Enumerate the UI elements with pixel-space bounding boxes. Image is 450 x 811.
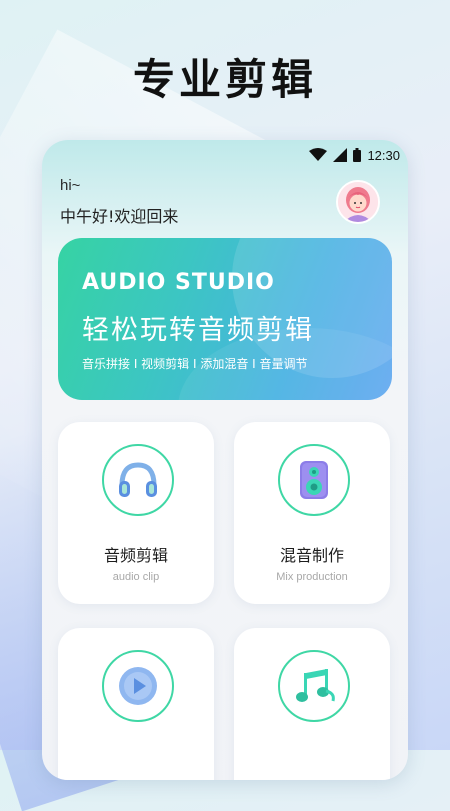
avatar-girl-icon [338, 182, 378, 222]
banner-subtitle: 轻松玩转音频剪辑 [82, 315, 314, 346]
status-time: 12:30 [367, 147, 400, 163]
banner-title: AUDIO STUDIO [82, 270, 275, 295]
feature-card-audio-clip[interactable]: 音频剪辑 audio clip [58, 422, 214, 604]
greeting-hi: hi~ [60, 177, 81, 194]
feature-card-music[interactable] [234, 628, 390, 780]
feature-title: 音频剪辑 [103, 546, 168, 565]
audio-studio-banner[interactable]: AUDIO STUDIO 轻松玩转音频剪辑 音乐拼接 I 视频剪辑 I 添加混音… [58, 238, 392, 400]
feature-card-mix-production[interactable]: 混音制作 Mix production [234, 422, 390, 604]
feature-title: 混音制作 [279, 546, 344, 565]
headline: 专业剪辑 [132, 55, 317, 104]
icon-ring [278, 444, 350, 516]
speaker-icon [300, 461, 328, 499]
headphones-icon [119, 462, 157, 497]
music-note-icon [296, 669, 335, 702]
feature-card-play[interactable] [58, 628, 214, 780]
avatar[interactable] [336, 180, 380, 224]
icon-ring [102, 650, 174, 722]
wifi-icon [309, 148, 328, 161]
phone-screen: 12:30 hi~ 中午好!欢迎回来 AUDIO STUDIO 轻松玩转音频剪辑… [42, 140, 408, 780]
greeting-message: 中午好!欢迎回来 [60, 207, 179, 226]
feature-subtitle: Mix production [276, 571, 348, 583]
feature-subtitle: audio clip [112, 571, 160, 583]
icon-ring [278, 650, 350, 722]
icon-ring [102, 444, 174, 516]
status-bar: 12:30 [309, 146, 400, 164]
signal-icon [333, 148, 348, 162]
play-icon [119, 667, 157, 705]
banner-tags: 音乐拼接 I 视频剪辑 I 添加混音 I 音量调节 [82, 357, 308, 371]
battery-icon [353, 148, 362, 162]
